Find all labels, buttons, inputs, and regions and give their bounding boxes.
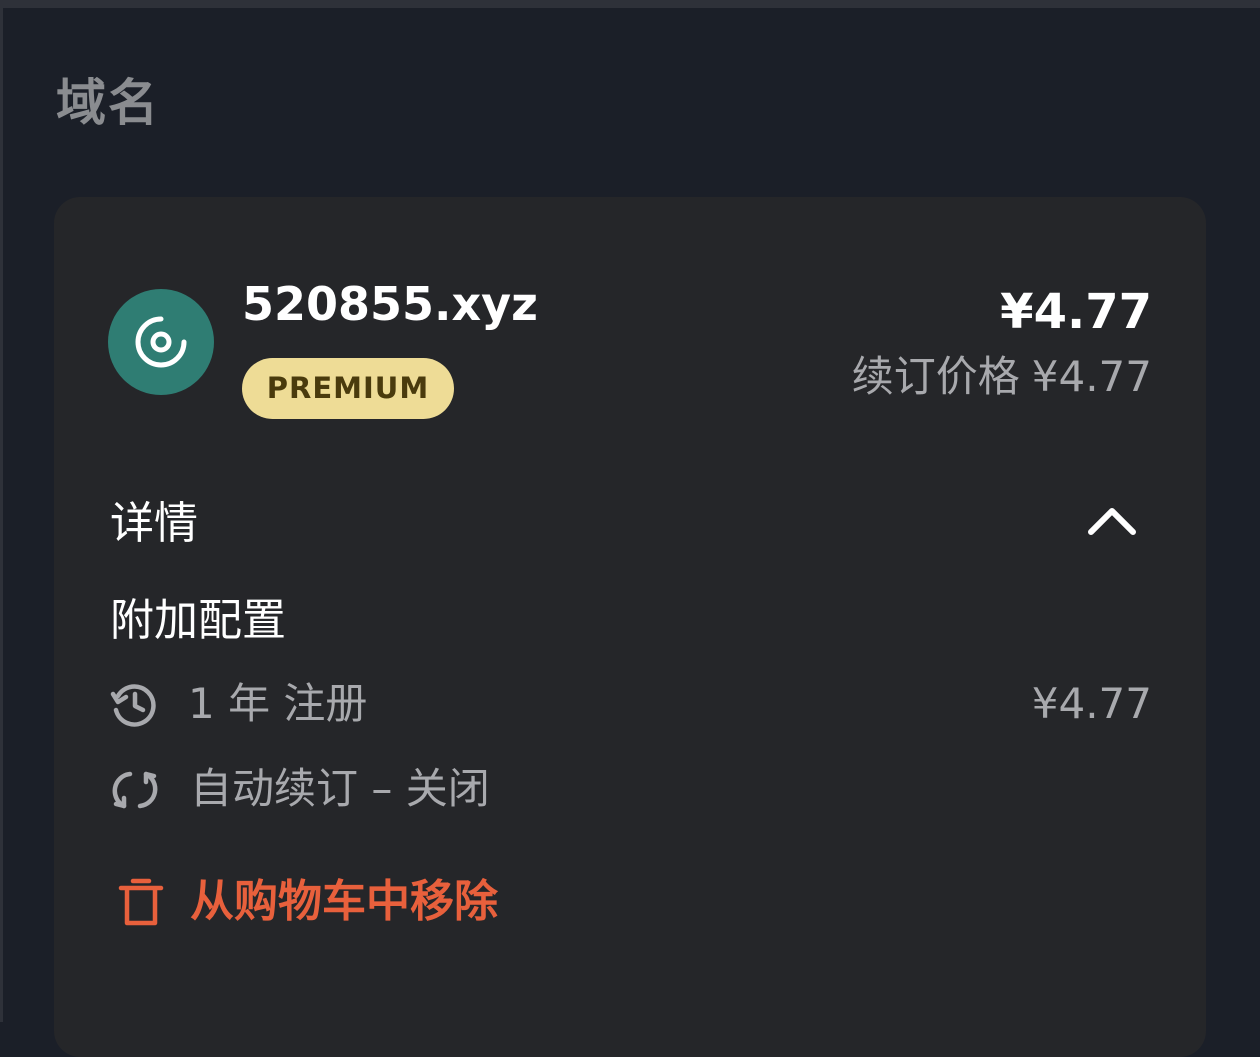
details-toggle-button[interactable] — [1084, 497, 1140, 545]
domain-name: 520855.xyz — [242, 277, 538, 331]
auto-renew-label: 自动续订 – 关闭 — [190, 764, 490, 813]
remove-from-cart-button[interactable]: 从购物车中移除 — [110, 872, 590, 932]
addons-label: 附加配置 — [110, 595, 286, 646]
history-icon — [110, 684, 156, 727]
details-label: 详情 — [110, 498, 198, 549]
domain-avatar — [108, 289, 214, 395]
target-icon — [135, 316, 187, 368]
chevron-up-icon — [1088, 508, 1136, 535]
registration-price: ¥4.77 — [1031, 679, 1152, 728]
registration-row: 1 年 注册 ¥4.77 — [110, 674, 1152, 734]
section-title: 域名 — [56, 74, 160, 132]
renewal-price-value: ¥4.77 — [1031, 352, 1152, 401]
registration-label: 1 年 注册 — [188, 679, 368, 728]
remove-from-cart-label: 从购物车中移除 — [190, 876, 498, 927]
auto-renew-row: 自动续订 – 关闭 — [110, 759, 1152, 819]
top-divider — [0, 0, 1260, 8]
premium-badge: PREMIUM — [242, 358, 454, 419]
trash-icon — [118, 878, 164, 926]
refresh-icon — [112, 771, 158, 809]
renewal-price-row: 续订价格 ¥4.77 — [852, 347, 1152, 407]
renewal-price-label: 续订价格 — [851, 352, 1020, 401]
left-divider — [0, 0, 3, 1022]
domain-price: ¥4.77 — [1000, 284, 1152, 340]
domain-cart-card: 520855.xyz PREMIUM ¥4.77 续订价格 ¥4.77 详情 附加… — [54, 197, 1206, 1057]
